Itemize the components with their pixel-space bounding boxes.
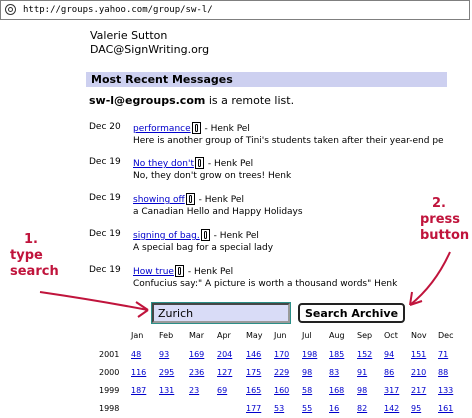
archive-count-link[interactable]: 161 (438, 404, 453, 413)
year-label: 2001 (99, 350, 120, 359)
year-label: 1998 (99, 404, 120, 413)
archive-count-link[interactable]: 98 (357, 386, 367, 395)
archive-count-link[interactable]: 48 (131, 350, 141, 359)
month-header: Mar (189, 331, 205, 340)
archive-count-link[interactable]: 146 (246, 350, 261, 359)
archive-count-link[interactable]: 187 (131, 386, 146, 395)
year-label: 2000 (99, 368, 120, 377)
archive-count-link[interactable]: 69 (217, 386, 227, 395)
archive-count-link[interactable]: 160 (274, 386, 289, 395)
archive-count-link[interactable]: 210 (411, 368, 426, 377)
search-input[interactable] (151, 302, 291, 324)
archive-count-link[interactable]: 131 (159, 386, 174, 395)
archive-count-link[interactable]: 86 (384, 368, 394, 377)
archive-count-link[interactable]: 55 (302, 404, 312, 413)
month-header: Aug (329, 331, 345, 340)
archive-count-link[interactable]: 169 (189, 350, 204, 359)
archive-count-link[interactable]: 198 (302, 350, 317, 359)
archive-count-link[interactable]: 88 (438, 368, 448, 377)
month-header: May (246, 331, 263, 340)
archive-count-link[interactable]: 168 (329, 386, 344, 395)
archive-count-link[interactable]: 165 (246, 386, 261, 395)
archive-count-link[interactable]: 116 (131, 368, 146, 377)
archive-count-link[interactable]: 204 (217, 350, 232, 359)
year-label: 1999 (99, 386, 120, 395)
archive-count-link[interactable]: 93 (159, 350, 169, 359)
archive-count-link[interactable]: 317 (384, 386, 399, 395)
month-header: Jan (131, 331, 144, 340)
month-header: Jun (274, 331, 287, 340)
archive-count-link[interactable]: 53 (274, 404, 284, 413)
month-header: Apr (217, 331, 231, 340)
archive-count-link[interactable]: 295 (159, 368, 174, 377)
archive-count-link[interactable]: 71 (438, 350, 448, 359)
archive-count-link[interactable]: 58 (302, 386, 312, 395)
month-header: Nov (411, 331, 427, 340)
month-header: Feb (159, 331, 174, 340)
archive-count-link[interactable]: 23 (189, 386, 199, 395)
archive-count-link[interactable]: 98 (302, 368, 312, 377)
archive-count-link[interactable]: 133 (438, 386, 453, 395)
archive-count-link[interactable]: 152 (357, 350, 372, 359)
archive-count-link[interactable]: 170 (274, 350, 289, 359)
archive-count-link[interactable]: 16 (329, 404, 339, 413)
archive-count-link[interactable]: 95 (411, 404, 421, 413)
arrow-to-search-button (409, 251, 451, 306)
annotation-arrows (39, 251, 451, 318)
archive-count-link[interactable]: 142 (384, 404, 399, 413)
month-header: Oct (384, 331, 398, 340)
month-header: Sep (357, 331, 373, 340)
month-header: Dec (438, 331, 454, 340)
archive-count-link[interactable]: 175 (246, 368, 261, 377)
month-header: Jul (302, 331, 312, 340)
archive-count-link[interactable]: 177 (246, 404, 261, 413)
archive-count-link[interactable]: 94 (384, 350, 394, 359)
search-archive-button[interactable]: Search Archive (298, 303, 405, 323)
archive-count-link[interactable]: 82 (357, 404, 367, 413)
archive-count-link[interactable]: 91 (357, 368, 367, 377)
archive-count-link[interactable]: 127 (217, 368, 232, 377)
archive-count-link[interactable]: 236 (189, 368, 204, 377)
arrow-to-search-input (39, 291, 149, 311)
archive-count-link[interactable]: 185 (329, 350, 344, 359)
archive-count-link[interactable]: 229 (274, 368, 289, 377)
archive-count-link[interactable]: 151 (411, 350, 426, 359)
archive-count-link[interactable]: 83 (329, 368, 339, 377)
archive-count-link[interactable]: 217 (411, 386, 426, 395)
